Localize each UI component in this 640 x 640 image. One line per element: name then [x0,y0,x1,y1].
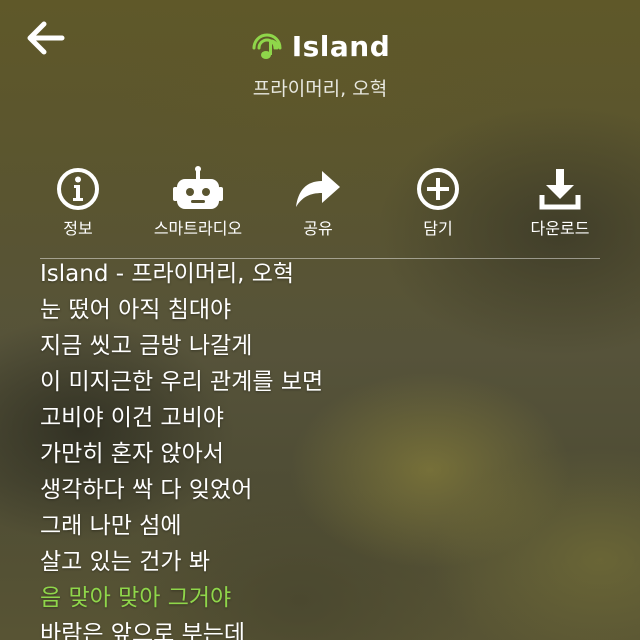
share-button[interactable]: 공유 [258,165,378,239]
share-icon [296,171,340,207]
music-note-icon [252,33,282,59]
add-label: 담기 [423,219,453,238]
lyric-line: 이 미지근한 우리 관계를 보면 [40,369,324,395]
action-bar: 정보 스마트라디오 공유 담기 다운로드 [18,165,622,245]
download-icon [539,169,581,210]
current-lyric-line: 음 맞아 맞아 그거야 [40,585,232,611]
smart-radio-button[interactable]: 스마트라디오 [138,165,258,239]
download-label: 다운로드 [530,219,590,238]
info-icon [57,168,99,210]
lyric-line: 눈 떴어 아직 침대야 [40,297,232,323]
lyric-line: 그래 나만 섬에 [40,513,182,539]
lyric-line: 바람은 앞으로 부는데 [40,621,246,640]
smart-radio-label: 스마트라디오 [153,219,243,238]
info-button[interactable]: 정보 [18,165,138,239]
lyric-line: 고비야 이건 고비야 [40,405,224,431]
smart-radio-icon [173,166,223,209]
share-label: 공유 [303,219,333,238]
song-artist: 프라이머리, 오혁 [252,77,388,100]
add-button[interactable]: 담기 [378,165,498,239]
add-icon [417,168,459,210]
lyrics-panel[interactable]: Island - 프라이머리, 오혁눈 떴어 아직 침대야지금 씻고 금방 나갈… [40,256,620,640]
lyric-line: 지금 씻고 금방 나갈게 [40,333,253,359]
lyric-line: Island - 프라이머리, 오혁 [40,261,295,287]
lyric-line: 살고 있는 건가 봐 [40,549,211,575]
info-label: 정보 [63,219,93,238]
download-button[interactable]: 다운로드 [500,165,620,239]
song-title: Island [291,30,391,63]
lyric-line: 생각하다 싹 다 잊었어 [40,477,253,503]
player-screen: Island 프라이머리, 오혁 정보 스마트라디오 공유 담기 다운로드 Is… [0,0,640,640]
song-header: Island 프라이머리, 오혁 [0,30,640,101]
lyric-line: 가만히 혼자 앉아서 [40,441,224,467]
